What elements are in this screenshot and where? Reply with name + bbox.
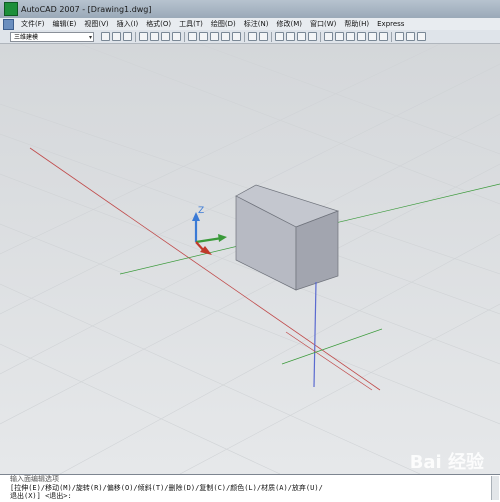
print-icon[interactable] bbox=[139, 32, 148, 41]
chevron-down-icon[interactable]: ▾ bbox=[89, 33, 92, 43]
menu-dimension[interactable]: 标注(N) bbox=[240, 19, 273, 29]
menu-format[interactable]: 格式(O) bbox=[142, 19, 175, 29]
layers-icon[interactable] bbox=[406, 32, 415, 41]
menu-file[interactable]: 文件(F) bbox=[17, 19, 49, 29]
menu-view[interactable]: 视图(V) bbox=[80, 19, 112, 29]
command-line-window[interactable]: 输入面编辑选项 [拉伸(E)/移动(M)/旋转(R)/偏移(O)/倾斜(T)/删… bbox=[0, 474, 500, 502]
menu-bar: 文件(F) 编辑(E) 视图(V) 插入(I) 格式(O) 工具(T) 绘图(D… bbox=[0, 18, 500, 30]
paste-icon[interactable] bbox=[210, 32, 219, 41]
menu-edit[interactable]: 编辑(E) bbox=[49, 19, 81, 29]
new-file-icon[interactable] bbox=[101, 32, 110, 41]
undo-icon[interactable] bbox=[248, 32, 257, 41]
toolbar-separator bbox=[271, 31, 272, 42]
document-icon[interactable] bbox=[3, 18, 14, 30]
pan-icon[interactable] bbox=[275, 32, 284, 41]
drawing-viewport[interactable]: Z bbox=[0, 44, 500, 474]
help-icon[interactable] bbox=[395, 32, 404, 41]
properties-icon[interactable] bbox=[324, 32, 333, 41]
title-bar: AutoCAD 2007 - [Drawing1.dwg] bbox=[0, 0, 500, 18]
zoom-window-icon[interactable] bbox=[297, 32, 306, 41]
standard-toolbar: 三维建模 ▾ bbox=[0, 30, 500, 44]
toolbar-separator bbox=[320, 31, 321, 42]
match-properties-icon[interactable] bbox=[221, 32, 230, 41]
command-history-line: 输入面编辑选项 bbox=[10, 475, 59, 483]
ucs-icon: Z bbox=[192, 206, 227, 255]
autocad-app-icon[interactable] bbox=[4, 2, 18, 16]
print-preview-icon[interactable] bbox=[150, 32, 159, 41]
command-scrollbar[interactable] bbox=[491, 476, 499, 500]
toolbar-separator bbox=[135, 31, 136, 42]
menu-tools[interactable]: 工具(T) bbox=[175, 19, 207, 29]
menu-express[interactable]: Express bbox=[373, 20, 408, 28]
markup-icon[interactable] bbox=[368, 32, 377, 41]
layer-state-icon[interactable] bbox=[417, 32, 426, 41]
menu-insert[interactable]: 插入(I) bbox=[113, 19, 143, 29]
command-prompt-line[interactable]: 退出(X)] <退出>: bbox=[0, 492, 500, 501]
design-center-icon[interactable] bbox=[335, 32, 344, 41]
toolbar-icons bbox=[100, 31, 427, 42]
copy-icon[interactable] bbox=[199, 32, 208, 41]
open-file-icon[interactable] bbox=[112, 32, 121, 41]
cut-icon[interactable] bbox=[188, 32, 197, 41]
toolbar-separator bbox=[184, 31, 185, 42]
toolbar-separator bbox=[244, 31, 245, 42]
window-title: AutoCAD 2007 - [Drawing1.dwg] bbox=[21, 4, 152, 14]
publish-icon[interactable] bbox=[161, 32, 170, 41]
block-editor-icon[interactable] bbox=[232, 32, 241, 41]
calculator-icon[interactable] bbox=[379, 32, 388, 41]
save-icon[interactable] bbox=[123, 32, 132, 41]
zoom-realtime-icon[interactable] bbox=[286, 32, 295, 41]
toolbar-separator bbox=[391, 31, 392, 42]
workspace-dropdown[interactable]: 三维建模 ▾ bbox=[10, 31, 94, 43]
ucs-z-label: Z bbox=[198, 206, 204, 216]
plot-icon[interactable] bbox=[172, 32, 181, 41]
command-options-line: [拉伸(E)/移动(M)/旋转(R)/偏移(O)/倾斜(T)/删除(D)/复制(… bbox=[10, 483, 323, 492]
menu-help[interactable]: 帮助(H) bbox=[340, 19, 373, 29]
ucs-crosshair-red bbox=[285, 331, 373, 391]
menu-draw[interactable]: 绘图(D) bbox=[207, 19, 240, 29]
box-solid[interactable] bbox=[235, 184, 340, 291]
zoom-previous-icon[interactable] bbox=[308, 32, 317, 41]
tool-palettes-icon[interactable] bbox=[346, 32, 355, 41]
watermark-text: Bai 经验 bbox=[409, 452, 484, 473]
workspace-value: 三维建模 bbox=[14, 33, 39, 41]
ucs-crosshair-green bbox=[281, 328, 383, 365]
redo-icon[interactable] bbox=[259, 32, 268, 41]
menu-modify[interactable]: 修改(M) bbox=[272, 19, 306, 29]
3d-scene: Z bbox=[0, 44, 500, 474]
sheet-set-icon[interactable] bbox=[357, 32, 366, 41]
menu-window[interactable]: 窗口(W) bbox=[306, 19, 340, 29]
